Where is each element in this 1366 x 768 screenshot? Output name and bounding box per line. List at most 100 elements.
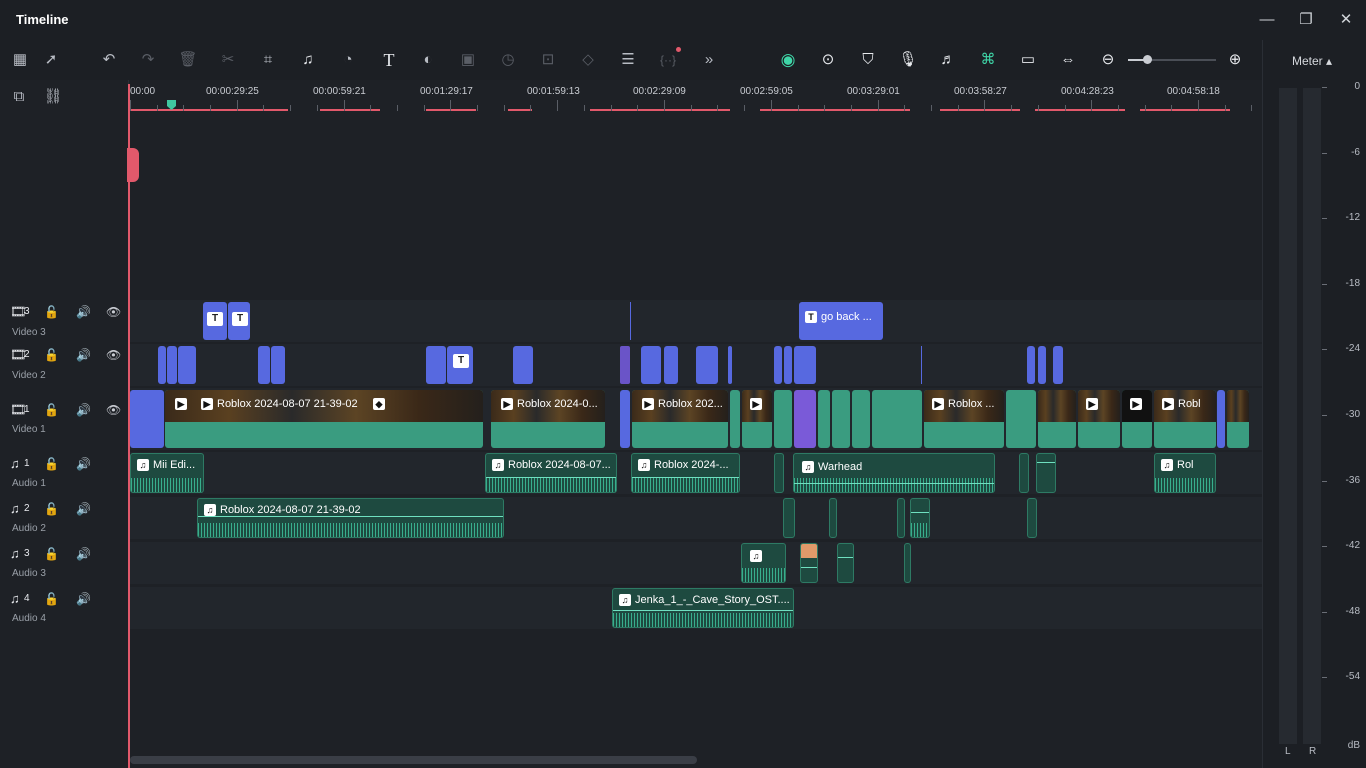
volume-icon[interactable]: 🔊 [76, 502, 91, 516]
volume-line[interactable] [801, 566, 817, 568]
audio-clip[interactable]: ♫ Jenka_1_-_Cave_Story_OST.... [612, 588, 794, 628]
title-clip[interactable]: T [203, 302, 227, 340]
volume-icon[interactable]: 🔊 [76, 592, 91, 606]
more-icon[interactable]: » [698, 49, 720, 71]
volume-icon[interactable]: 🔊 [76, 348, 91, 362]
lock-icon[interactable]: 🔓 [44, 348, 59, 362]
zoom-slider-handle[interactable] [1143, 55, 1152, 64]
lock-icon[interactable]: 🔓 [44, 305, 59, 319]
link-icon[interactable]: ⛓ [42, 86, 64, 108]
mic-icon[interactable]: 🎙 [897, 49, 919, 71]
layout-icon[interactable]: ▦ [9, 49, 31, 71]
ai-icon[interactable]: ◉ [777, 49, 799, 71]
audio-clip[interactable] [1019, 453, 1029, 493]
audio-clip[interactable]: ♫ Rol [1154, 453, 1216, 493]
video-clip[interactable]: ▶ Roblox ... [924, 390, 1004, 448]
stabilize-icon[interactable]: ⊡ [537, 49, 559, 71]
add-track-icon[interactable]: ⧉ [8, 86, 30, 108]
audio-clip[interactable] [829, 498, 837, 538]
redo-icon[interactable]: ↷ [137, 49, 159, 71]
adjust-icon[interactable]: ☰ [617, 49, 639, 71]
video-clip[interactable] [774, 390, 792, 448]
title-clip-thin[interactable] [921, 346, 922, 384]
audio-clip[interactable] [1027, 498, 1037, 538]
zoom-in-icon[interactable]: ⊕ [1224, 49, 1246, 71]
title-clip[interactable] [620, 390, 630, 448]
title-clip[interactable] [158, 346, 166, 384]
playhead-handle[interactable] [127, 148, 139, 182]
select-tool-icon[interactable]: ➚ [40, 49, 62, 71]
title-clip[interactable] [1038, 346, 1046, 384]
lock-icon[interactable]: 🔓 [44, 502, 59, 516]
horizontal-scrollbar[interactable] [130, 756, 697, 764]
volume-line[interactable] [1037, 461, 1055, 463]
lock-icon[interactable]: 🔓 [44, 547, 59, 561]
split-icon[interactable]: {··} [657, 49, 679, 71]
audio-clip[interactable]: ♫ Mii Edi... [130, 453, 204, 493]
title-clip[interactable] [178, 346, 196, 384]
title-clip[interactable] [513, 346, 533, 384]
audio-mix-icon[interactable]: ♬ [937, 49, 959, 71]
title-clip[interactable] [794, 346, 816, 384]
maximize-button[interactable]: ❐ [1292, 8, 1320, 32]
volume-line[interactable] [911, 512, 929, 514]
minimize-button[interactable]: — [1253, 8, 1281, 32]
title-clip[interactable] [664, 346, 678, 384]
video-clip[interactable] [852, 390, 870, 448]
close-button[interactable]: ✕ [1332, 8, 1360, 32]
audio-clip[interactable] [774, 453, 784, 493]
audio-clip[interactable] [783, 498, 795, 538]
video-clip[interactable] [1227, 390, 1249, 448]
video-clip[interactable]: ▶ [1078, 390, 1120, 448]
audio-clip[interactable] [837, 543, 854, 583]
title-clip[interactable] [641, 346, 661, 384]
title-clip[interactable] [774, 346, 782, 384]
keyframe-marker[interactable] [801, 544, 817, 558]
video-clip[interactable] [818, 390, 830, 448]
delete-icon[interactable]: 🗑 [177, 49, 199, 71]
video-clip[interactable]: ▶ Roblox 2024-08-07 21-39-02 ▶ ◆ [165, 390, 483, 448]
cut-icon[interactable]: ✂ [217, 49, 239, 71]
eye-icon[interactable]: 👁 [106, 403, 121, 417]
title-clip[interactable] [1027, 346, 1035, 384]
text-icon[interactable]: T [378, 49, 400, 71]
title-clip[interactable] [784, 346, 792, 384]
audio-clip[interactable]: ♫ Roblox 2024-08-07 21-39-02 [197, 498, 504, 538]
undo-icon[interactable]: ↶ [98, 49, 120, 71]
title-clip[interactable] [1217, 390, 1225, 448]
video-clip[interactable] [832, 390, 850, 448]
play-range-icon[interactable]: ⊙ [817, 49, 839, 71]
video-clip[interactable]: ▶ Roblox 202... [632, 390, 728, 448]
volume-line[interactable] [838, 557, 853, 559]
audio-clip[interactable] [904, 543, 911, 583]
audio-clip[interactable] [800, 543, 818, 583]
video-clip[interactable]: ▶ [742, 390, 772, 448]
title-clip[interactable] [696, 346, 718, 384]
audio-clip[interactable] [910, 498, 930, 538]
video-clip[interactable]: ▶ [1122, 390, 1152, 448]
speed-icon[interactable]: ◔ [337, 49, 359, 71]
video-clip[interactable]: ▶ Robl [1154, 390, 1216, 448]
audio-clip[interactable]: ♫ Roblox 2024-... [631, 453, 740, 493]
lock-icon[interactable]: 🔓 [44, 592, 59, 606]
audio-clip[interactable]: ♫ Roblox 2024-08-07... [485, 453, 617, 493]
volume-line[interactable] [613, 609, 793, 611]
title-clip[interactable] [426, 346, 446, 384]
effect-clip[interactable] [620, 346, 630, 384]
title-clip[interactable] [258, 346, 270, 384]
eye-icon[interactable]: 👁 [106, 305, 121, 319]
audio-clip[interactable] [1036, 453, 1056, 493]
volume-line[interactable] [794, 482, 994, 484]
video-clip[interactable] [730, 390, 740, 448]
audio-clip[interactable]: ♫ Warhead [793, 453, 995, 493]
title-clip[interactable] [1053, 346, 1063, 384]
lock-icon[interactable]: 🔓 [44, 457, 59, 471]
title-clip[interactable] [130, 390, 164, 448]
audio-clip[interactable] [897, 498, 905, 538]
video-clip[interactable] [872, 390, 922, 448]
title-clip[interactable]: Tgo back ... [799, 302, 883, 340]
eye-icon[interactable]: 👁 [106, 348, 121, 362]
audio-clip[interactable]: ♫ [741, 543, 786, 583]
video-clip[interactable] [1006, 390, 1036, 448]
zoom-out-icon[interactable]: ⊖ [1097, 49, 1119, 71]
